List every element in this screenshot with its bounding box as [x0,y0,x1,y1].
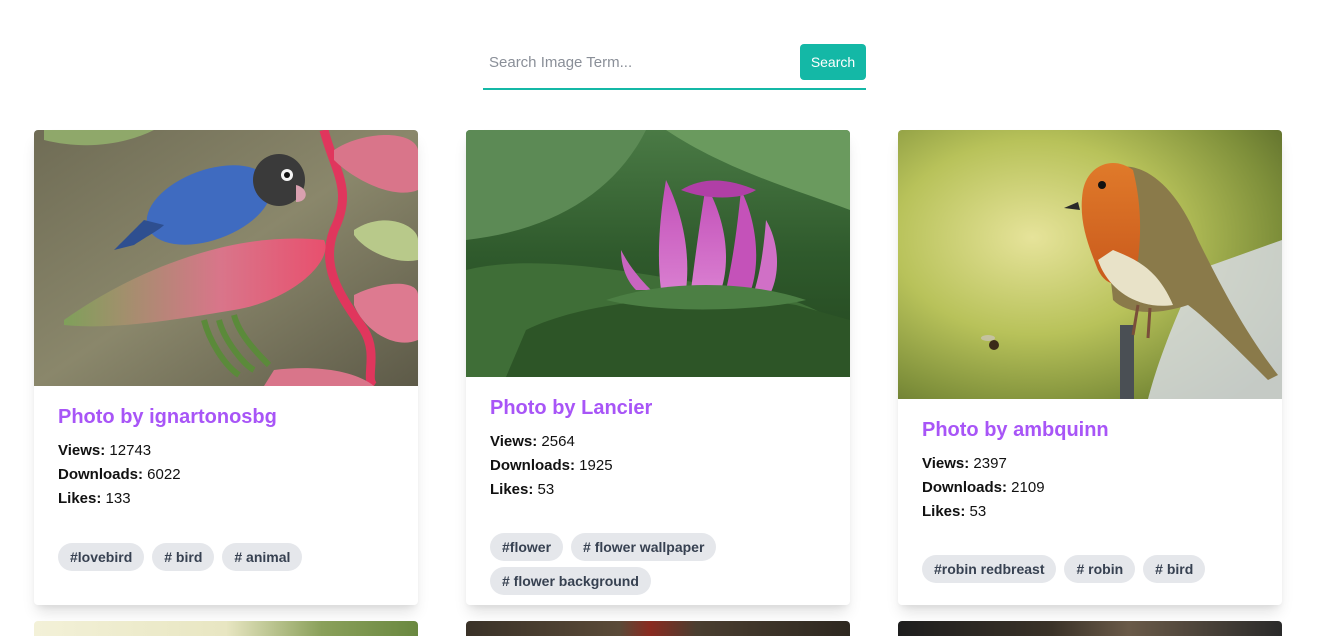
tag-list: #lovebird # bird # animal [58,543,394,571]
robin-photo [898,130,1282,399]
photographer-title[interactable]: Photo by Lancier [490,397,826,420]
downloads-label: Downloads: [58,466,143,483]
views-stat: Views: 12743 [58,439,394,463]
views-stat: Views: 2397 [922,452,1258,476]
lovebird-photo [34,130,418,386]
tag[interactable]: # bird [152,543,215,571]
likes-label: Likes: [58,490,102,507]
tag[interactable]: # flower wallpaper [571,533,717,561]
image-card-partial [34,621,418,636]
downloads-stat: Downloads: 2109 [922,476,1258,500]
card-body: Photo by ambquinn Views: 2397 Downloads:… [922,419,1258,524]
views-label: Views: [922,455,970,472]
likes-label: Likes: [490,481,534,498]
tag-list: #flower # flower wallpaper # flower back… [490,533,826,595]
views-stat: Views: 2564 [490,430,826,454]
downloads-value: 6022 [147,466,181,483]
tag[interactable]: # robin [1064,555,1136,583]
tag-list: #robin redbreast # robin # bird [922,555,1258,583]
downloads-label: Downloads: [490,457,575,474]
tag[interactable]: #robin redbreast [922,555,1057,583]
likes-value: 133 [105,490,131,507]
photographer-title[interactable]: Photo by ambquinn [922,419,1258,442]
likes-stat: Likes: 53 [490,478,826,502]
search-button[interactable]: Search [800,44,866,80]
image-card: Photo by ignartonosbg Views: 12743 Downl… [34,130,418,605]
card-body: Photo by Lancier Views: 2564 Downloads: … [490,397,826,502]
downloads-label: Downloads: [922,479,1007,496]
tag[interactable]: # flower background [490,567,651,595]
image-card-partial [466,621,850,636]
downloads-stat: Downloads: 1925 [490,454,826,478]
photographer-title[interactable]: Photo by ignartonosbg [58,406,394,429]
image-card: Photo by ambquinn Views: 2397 Downloads:… [898,130,1282,605]
image-card: Photo by Lancier Views: 2564 Downloads: … [466,130,850,605]
tag[interactable]: #lovebird [58,543,145,571]
views-value: 2564 [541,433,575,450]
views-value: 2397 [973,455,1007,472]
tag[interactable]: # animal [222,543,303,571]
views-label: Views: [58,442,106,459]
downloads-stat: Downloads: 6022 [58,463,394,487]
search-form: Search [483,44,866,90]
tag[interactable]: # bird [1143,555,1206,583]
views-value: 12743 [109,442,152,459]
tag[interactable]: #flower [490,533,564,561]
likes-label: Likes: [922,503,966,520]
downloads-value: 1925 [579,457,613,474]
search-input[interactable] [483,44,793,80]
likes-stat: Likes: 133 [58,487,394,511]
views-label: Views: [490,433,538,450]
likes-stat: Likes: 53 [922,500,1258,524]
lotus-photo [466,130,850,377]
card-body: Photo by ignartonosbg Views: 12743 Downl… [58,406,394,511]
image-card-partial [898,621,1282,636]
likes-value: 53 [969,503,987,520]
likes-value: 53 [537,481,555,498]
downloads-value: 2109 [1011,479,1045,496]
